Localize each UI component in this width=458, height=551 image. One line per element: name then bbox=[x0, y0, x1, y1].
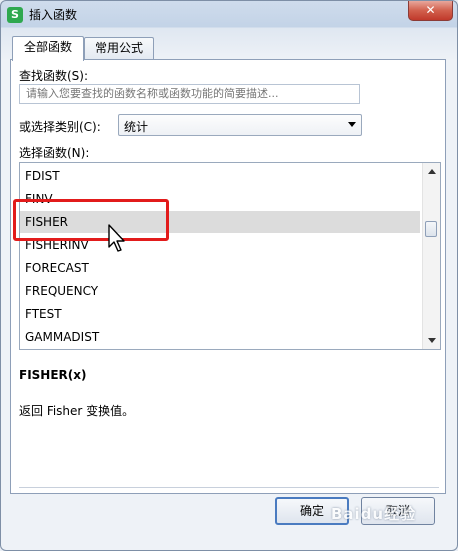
title-bar[interactable]: S 插入函数 ✕ bbox=[1, 1, 457, 27]
all-functions-panel: 查找函数(S): 或选择类别(C): 统计 选择函数(N): FDIST FIN… bbox=[10, 59, 446, 494]
scroll-up-arrow-icon[interactable] bbox=[428, 169, 436, 174]
category-select[interactable]: 统计 bbox=[118, 114, 362, 136]
scroll-thumb[interactable] bbox=[425, 221, 437, 237]
list-item-forecast[interactable]: FORECAST bbox=[20, 257, 420, 279]
dropdown-arrow-icon bbox=[348, 122, 356, 127]
search-input[interactable] bbox=[19, 84, 360, 104]
list-item-fdist[interactable]: FDIST bbox=[20, 165, 420, 187]
insert-function-dialog: S 插入函数 ✕ 全部函数 常用公式 查找函数(S): 或选择类别(C): 统计… bbox=[0, 0, 458, 551]
close-button[interactable]: ✕ bbox=[408, 1, 453, 21]
function-signature: FISHER(x) bbox=[19, 368, 87, 382]
app-logo-icon: S bbox=[7, 7, 23, 23]
category-label: 或选择类别(C): bbox=[19, 120, 101, 134]
divider bbox=[19, 487, 439, 488]
list-item-frequency[interactable]: FREQUENCY bbox=[20, 280, 420, 302]
scroll-down-arrow-icon[interactable] bbox=[428, 338, 436, 343]
mouse-pointer-icon bbox=[108, 224, 125, 252]
baidu-watermark: Baidu经验 bbox=[331, 505, 417, 523]
tab-all-functions[interactable]: 全部函数 bbox=[12, 36, 84, 61]
tab-common-formulas[interactable]: 常用公式 bbox=[84, 37, 154, 60]
list-item-ftest[interactable]: FTEST bbox=[20, 303, 420, 325]
annotation-highlight-box bbox=[13, 199, 169, 241]
function-description: 返回 Fisher 变换值。 bbox=[19, 404, 135, 418]
search-label: 查找函数(S): bbox=[19, 69, 89, 83]
function-list-label: 选择函数(N): bbox=[19, 146, 90, 160]
dialog-title: 插入函数 bbox=[29, 8, 78, 22]
function-listbox[interactable]: FDIST FINV FISHER FISHERINV FORECAST FRE… bbox=[19, 162, 441, 350]
list-item-gammadist[interactable]: GAMMADIST bbox=[20, 326, 420, 348]
list-scrollbar[interactable] bbox=[422, 163, 440, 349]
category-value: 统计 bbox=[124, 120, 149, 134]
